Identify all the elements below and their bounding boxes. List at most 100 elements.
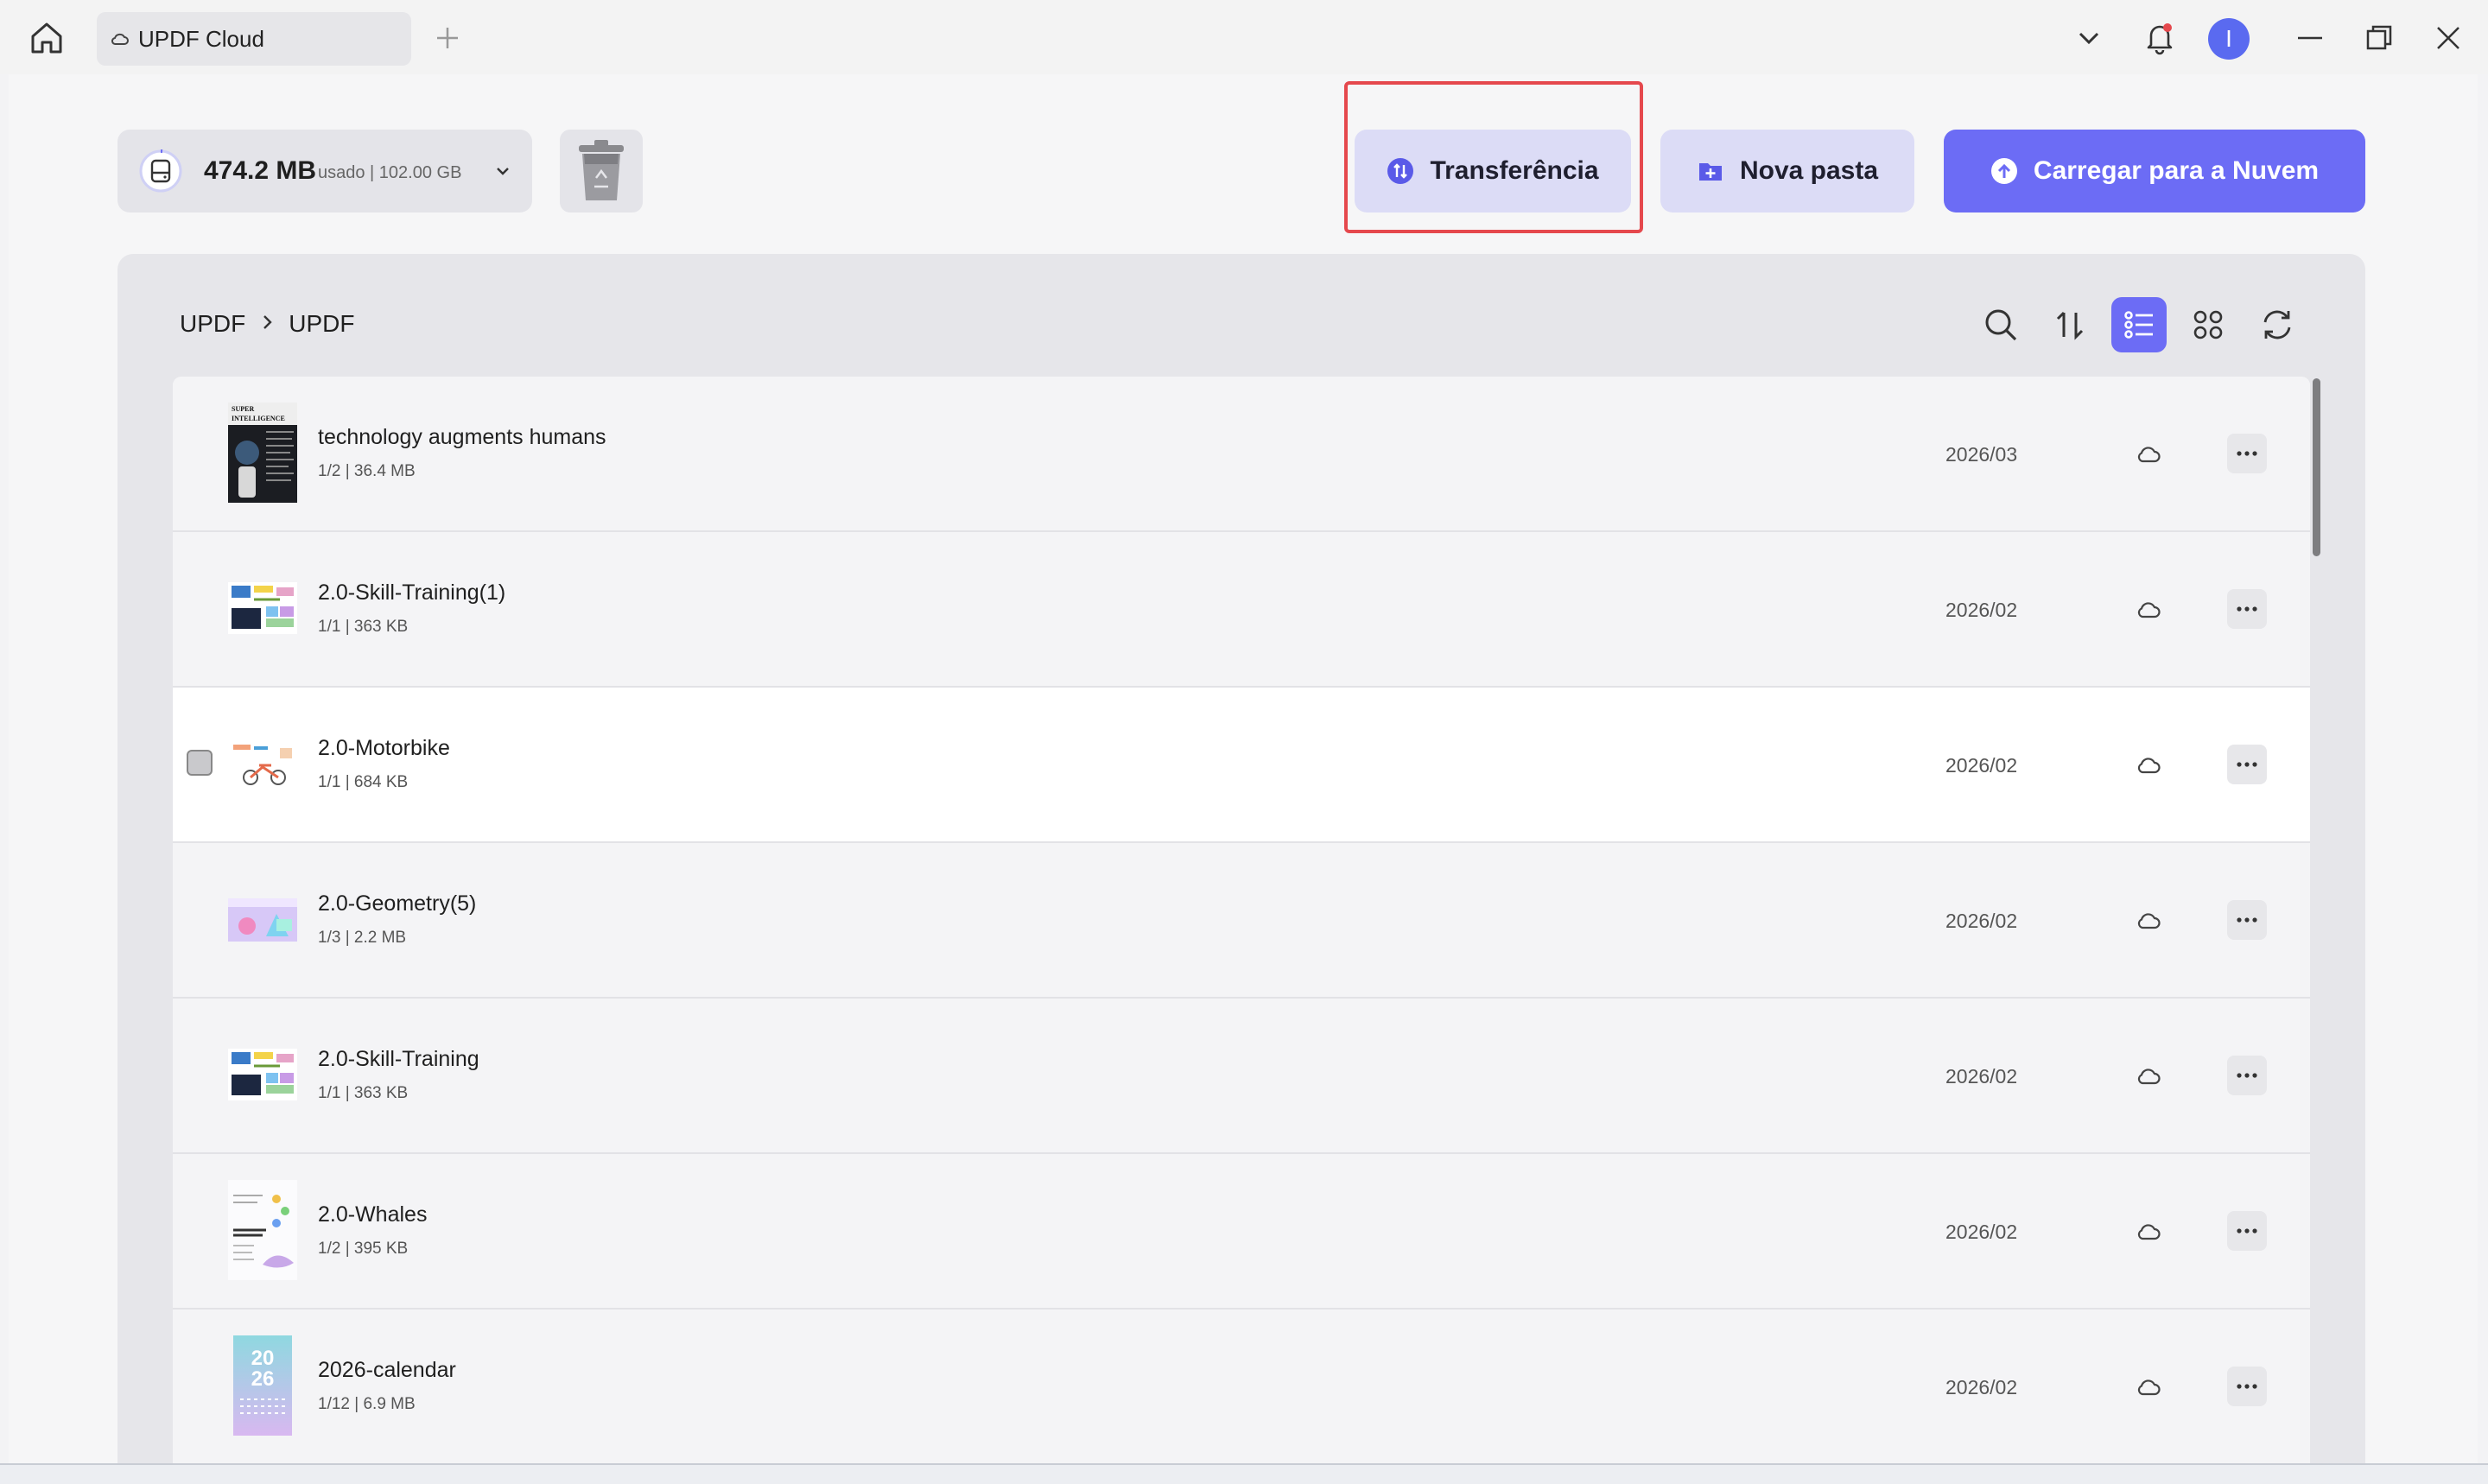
list-view-icon[interactable] bbox=[2111, 297, 2167, 352]
chevron-right-icon bbox=[263, 315, 272, 329]
storage-used: 474.2 MB bbox=[204, 156, 317, 185]
file-thumbnail: 20 26 bbox=[228, 1335, 297, 1436]
file-name: 2.0-Skill-Training bbox=[318, 1047, 479, 1071]
chevron-down-icon bbox=[492, 161, 513, 181]
cloud-status-icon[interactable] bbox=[2136, 1375, 2161, 1398]
close-icon[interactable] bbox=[2428, 17, 2469, 59]
cloud-status-icon[interactable] bbox=[2136, 442, 2161, 465]
restore-icon[interactable] bbox=[2358, 17, 2400, 59]
breadcrumb: UPDF UPDF bbox=[180, 309, 354, 339]
file-thumbnail bbox=[228, 713, 297, 814]
file-thumbnail bbox=[228, 1180, 297, 1280]
window-bottom-edge bbox=[0, 1463, 2488, 1484]
more-options-button[interactable] bbox=[2227, 1056, 2267, 1095]
file-meta: 1/2 | 36.4 MB bbox=[318, 462, 416, 480]
file-meta: 1/3 | 2.2 MB bbox=[318, 929, 407, 947]
file-name: technology augments humans bbox=[318, 425, 606, 449]
file-thumbnail bbox=[228, 558, 297, 658]
file-meta: 1/1 | 363 KB bbox=[318, 1084, 409, 1102]
more-icon bbox=[2237, 917, 2257, 923]
file-row[interactable]: 2.0-Skill-Training(1) 1/1 | 363 KB 2026/… bbox=[173, 532, 2310, 688]
file-date: 2026/02 bbox=[1945, 599, 2018, 621]
search-icon[interactable] bbox=[1973, 297, 2028, 352]
more-icon bbox=[2237, 762, 2257, 767]
more-options-button[interactable] bbox=[2227, 589, 2267, 629]
more-icon bbox=[2237, 1228, 2257, 1233]
more-icon bbox=[2237, 451, 2257, 456]
file-date: 2026/03 bbox=[1945, 443, 2018, 466]
file-meta: 1/2 | 395 KB bbox=[318, 1240, 409, 1258]
file-thumbnail bbox=[228, 869, 297, 969]
cloud-icon bbox=[111, 29, 130, 48]
folder-plus-icon bbox=[1698, 163, 1722, 181]
more-options-button[interactable] bbox=[2227, 1367, 2267, 1406]
cloud-status-icon[interactable] bbox=[2136, 753, 2161, 776]
bell-icon[interactable] bbox=[2139, 17, 2180, 59]
upload-to-cloud-button[interactable]: Carregar para a Nuvem bbox=[1944, 130, 2365, 212]
breadcrumb-root[interactable]: UPDF bbox=[180, 309, 245, 339]
cloud-status-icon[interactable] bbox=[2136, 598, 2161, 620]
new-folder-label: Nova pasta bbox=[1739, 156, 1879, 185]
file-row[interactable]: SUPER INTELLIGENCE technology augments hu… bbox=[173, 377, 2310, 532]
cloud-status-icon[interactable] bbox=[2136, 1220, 2161, 1242]
file-name: 2026-calendar bbox=[318, 1358, 456, 1382]
file-row[interactable]: 2.0-Whales 1/2 | 395 KB 2026/02 bbox=[173, 1154, 2310, 1310]
grid-view-icon[interactable] bbox=[2180, 297, 2236, 352]
tab-updf-cloud[interactable]: UPDF Cloud bbox=[97, 12, 411, 66]
thumb-title-line: 26 bbox=[251, 1367, 275, 1391]
new-tab-plus-icon[interactable] bbox=[430, 21, 465, 55]
scrollbar[interactable] bbox=[2310, 377, 2322, 1472]
row-checkbox[interactable] bbox=[187, 750, 213, 776]
home-icon[interactable] bbox=[28, 21, 69, 59]
more-icon bbox=[2237, 606, 2257, 612]
file-name: 2.0-Geometry(5) bbox=[318, 891, 477, 916]
sort-icon[interactable] bbox=[2042, 297, 2098, 352]
file-row[interactable]: 2.0-Geometry(5) 1/3 | 2.2 MB 2026/02 bbox=[173, 843, 2310, 999]
chevron-down-icon[interactable] bbox=[2068, 17, 2110, 59]
more-options-button[interactable] bbox=[2227, 900, 2267, 940]
highlight-box bbox=[1344, 81, 1643, 233]
minimize-icon[interactable] bbox=[2289, 17, 2331, 59]
file-name: 2.0-Whales bbox=[318, 1202, 428, 1227]
more-icon bbox=[2237, 1073, 2257, 1078]
file-row[interactable]: 20 26 2026-calendar 1/12 | 6.9 MB 2026/02 bbox=[173, 1310, 2310, 1465]
file-date: 2026/02 bbox=[1945, 1376, 2018, 1398]
cloud-status-icon[interactable] bbox=[2136, 909, 2161, 931]
trash-icon bbox=[579, 140, 624, 200]
storage-detail: usado | 102.00 GB bbox=[318, 163, 462, 182]
new-folder-button[interactable]: Nova pasta bbox=[1660, 130, 1914, 212]
breadcrumb-current[interactable]: UPDF bbox=[289, 309, 354, 339]
upload-label: Carregar para a Nuvem bbox=[2033, 156, 2320, 185]
file-meta: 1/12 | 6.9 MB bbox=[318, 1395, 416, 1413]
refresh-icon[interactable] bbox=[2250, 297, 2305, 352]
thumb-title-line: 20 bbox=[251, 1347, 275, 1370]
thumb-title-line: SUPER bbox=[232, 405, 254, 413]
file-thumbnail bbox=[228, 1024, 297, 1125]
storage-usage-dropdown[interactable]: 474.2 MB usado | 102.00 GB bbox=[117, 130, 532, 212]
file-meta: 1/1 | 363 KB bbox=[318, 618, 409, 636]
cloud-status-icon[interactable] bbox=[2136, 1064, 2161, 1087]
recycle-bin-button[interactable] bbox=[560, 130, 643, 212]
file-row[interactable]: 2.0-Motorbike 1/1 | 684 KB 2026/02 bbox=[173, 688, 2310, 843]
file-list: SUPER INTELLIGENCE technology augments hu… bbox=[173, 377, 2310, 1472]
title-bar: UPDF Cloud I bbox=[0, 0, 2488, 74]
file-thumbnail: SUPER INTELLIGENCE bbox=[228, 403, 297, 503]
scrollbar-thumb[interactable] bbox=[2313, 378, 2320, 556]
avatar[interactable]: I bbox=[2208, 18, 2250, 60]
upload-icon bbox=[1990, 158, 2017, 184]
thumb-title-line: INTELLIGENCE bbox=[232, 415, 285, 422]
file-panel: UPDF UPDF SUPER INTELLIGENCE technology a bbox=[117, 254, 2365, 1472]
storage-drive-icon bbox=[138, 149, 183, 193]
file-date: 2026/02 bbox=[1945, 1065, 2018, 1088]
file-name: 2.0-Motorbike bbox=[318, 736, 450, 760]
file-date: 2026/02 bbox=[1945, 1221, 2018, 1243]
file-meta: 1/1 | 684 KB bbox=[318, 773, 409, 791]
more-options-button[interactable] bbox=[2227, 434, 2267, 473]
tab-label: UPDF Cloud bbox=[138, 26, 264, 52]
file-row[interactable]: 2.0-Skill-Training 1/1 | 363 KB 2026/02 bbox=[173, 999, 2310, 1154]
file-date: 2026/02 bbox=[1945, 910, 2018, 932]
more-options-button[interactable] bbox=[2227, 745, 2267, 784]
file-date: 2026/02 bbox=[1945, 754, 2018, 777]
more-options-button[interactable] bbox=[2227, 1211, 2267, 1251]
file-name: 2.0-Skill-Training(1) bbox=[318, 580, 506, 605]
